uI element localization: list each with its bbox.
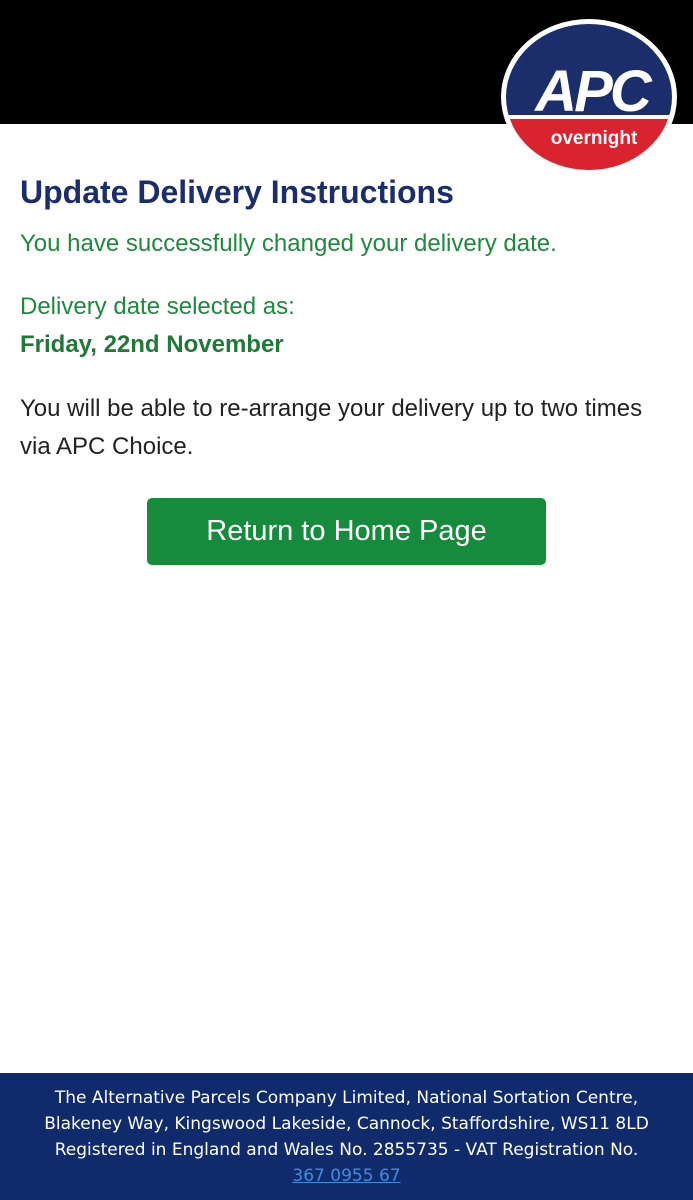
footer-company-address-line2: Blakeney Way, Kingswood Lakeside, Cannoc… — [44, 1114, 649, 1134]
rearrange-info-text: You will be able to re-arrange your deli… — [20, 395, 643, 460]
page-title: Update Delivery Instructions — [20, 174, 454, 210]
delivery-date-value: Friday, 22nd November — [20, 331, 284, 358]
footer-company-address-line1: The Alternative Parcels Company Limited,… — [54, 1088, 639, 1108]
vat-number-link[interactable]: 367 0955 67 — [292, 1166, 400, 1186]
apc-logo[interactable]: APC overnight — [500, 18, 678, 176]
success-message: You have successfully changed your deliv… — [20, 230, 557, 257]
logo-text: APC — [533, 59, 653, 124]
return-home-button[interactable]: Return to Home Page — [147, 498, 546, 565]
main-content: Update Delivery Instructions You have su… — [20, 168, 660, 466]
logo-subtext: overnight — [551, 128, 638, 149]
footer-registration-line: Registered in England and Wales No. 2855… — [54, 1140, 639, 1160]
delivery-date-label: Delivery date selected as: — [20, 293, 295, 320]
footer: The Alternative Parcels Company Limited,… — [0, 1073, 693, 1200]
